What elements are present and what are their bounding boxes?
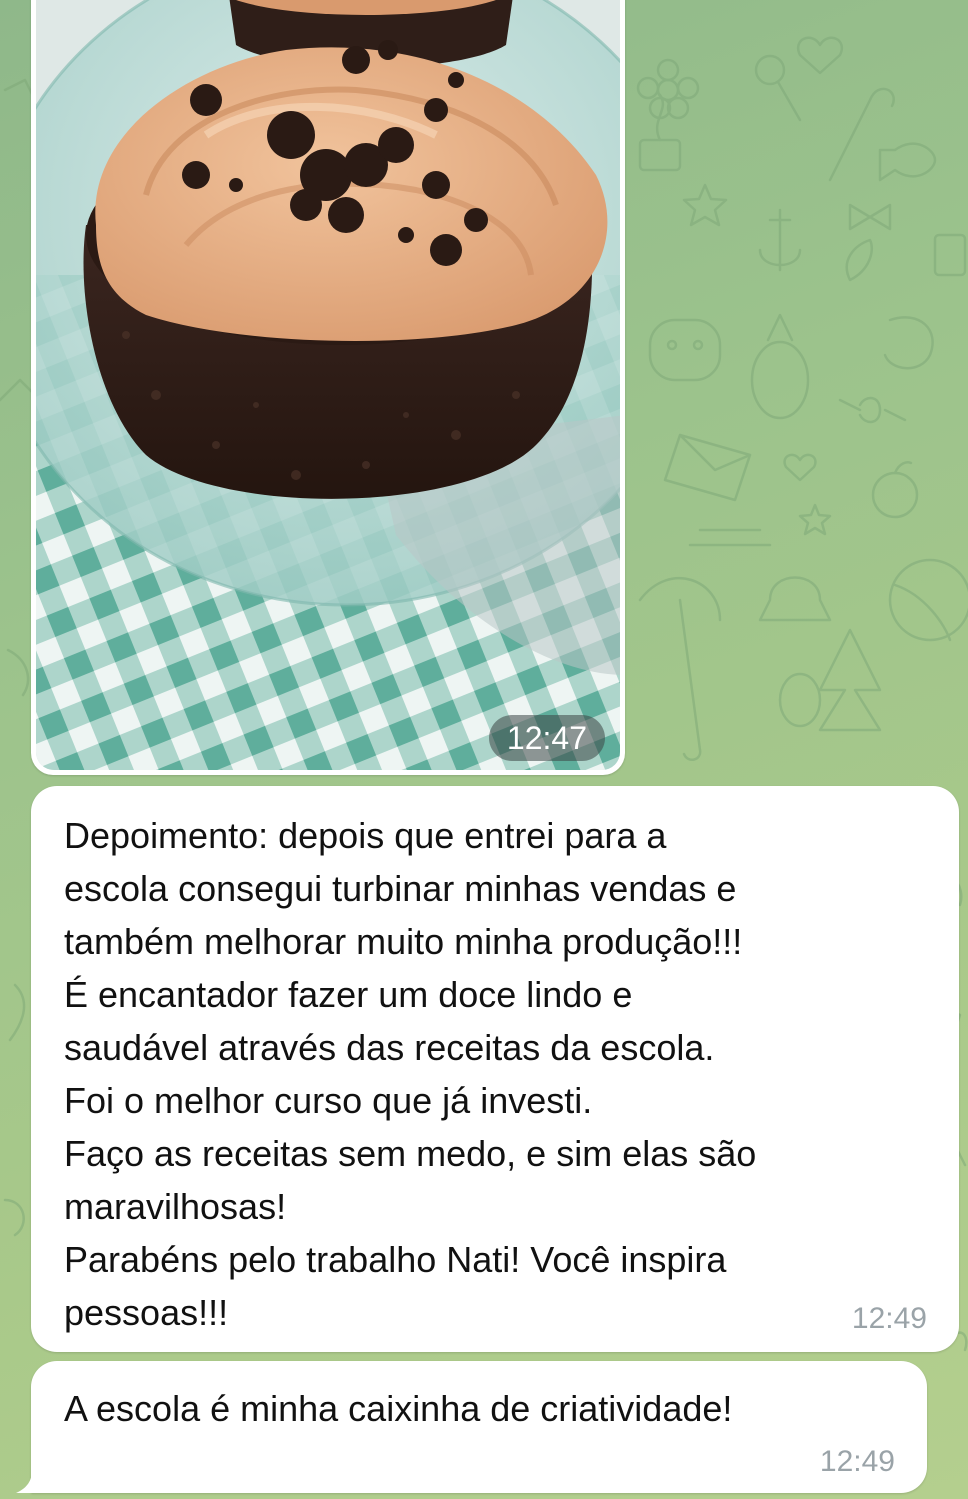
message-timestamp: 12:49 bbox=[819, 1445, 895, 1478]
message-text: Depoimento: depois que entrei para a esc… bbox=[64, 815, 757, 1333]
photo-timestamp: 12:47 bbox=[488, 715, 605, 761]
message-bubble-testimonial[interactable]: Depoimento: depois que entrei para a esc… bbox=[31, 786, 959, 1352]
photo-message-bubble[interactable]: 12:47 bbox=[31, 0, 625, 775]
message-bubble-creativity[interactable]: A escola é minha caixinha de criatividad… bbox=[31, 1361, 927, 1493]
bubble-tail bbox=[16, 1466, 44, 1493]
cupcake-illustration bbox=[36, 0, 620, 770]
message-timestamp: 12:49 bbox=[851, 1302, 927, 1335]
cupcake-photo[interactable] bbox=[36, 0, 620, 770]
message-text: A escola é minha caixinha de criatividad… bbox=[64, 1388, 733, 1429]
